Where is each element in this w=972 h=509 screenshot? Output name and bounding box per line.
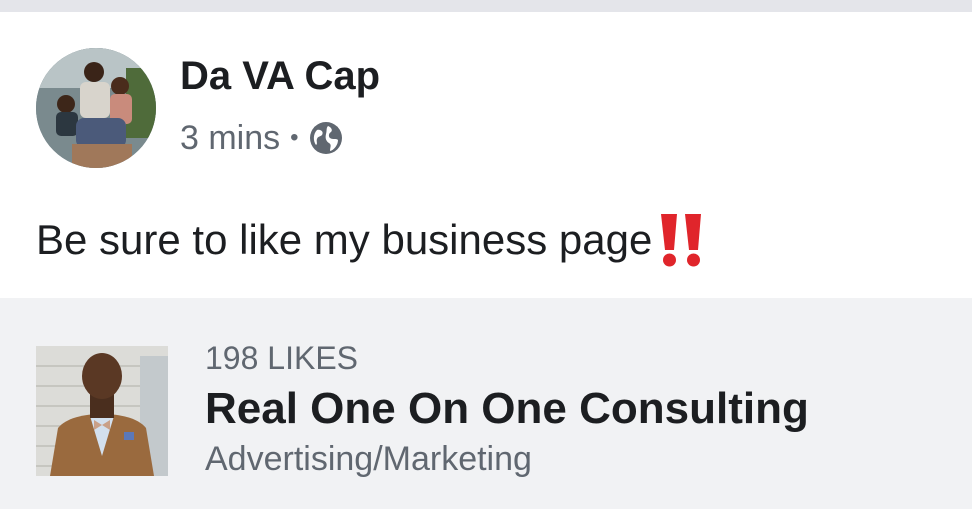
meta-separator: • — [290, 124, 299, 151]
post-body: Be sure to like my business page — [36, 212, 706, 268]
author-name[interactable]: Da VA Cap — [180, 54, 380, 99]
page-thumbnail[interactable] — [36, 346, 168, 476]
top-divider — [0, 0, 972, 12]
page-likes-count: 198 LIKES — [205, 340, 358, 376]
post-text: Be sure to like my business page — [36, 216, 653, 263]
author-avatar[interactable] — [36, 48, 156, 168]
page-category: Advertising/Marketing — [205, 440, 532, 478]
double-exclamation-icon — [658, 212, 706, 268]
globe-icon[interactable] — [309, 121, 343, 155]
post-timestamp[interactable]: 3 mins — [180, 119, 280, 158]
page-preview-card[interactable]: 198 LIKES Real One On One Consulting Adv… — [0, 298, 972, 509]
page-name-link[interactable]: Real One On One Consulting — [205, 384, 809, 434]
post-meta: 3 mins • — [180, 118, 343, 158]
